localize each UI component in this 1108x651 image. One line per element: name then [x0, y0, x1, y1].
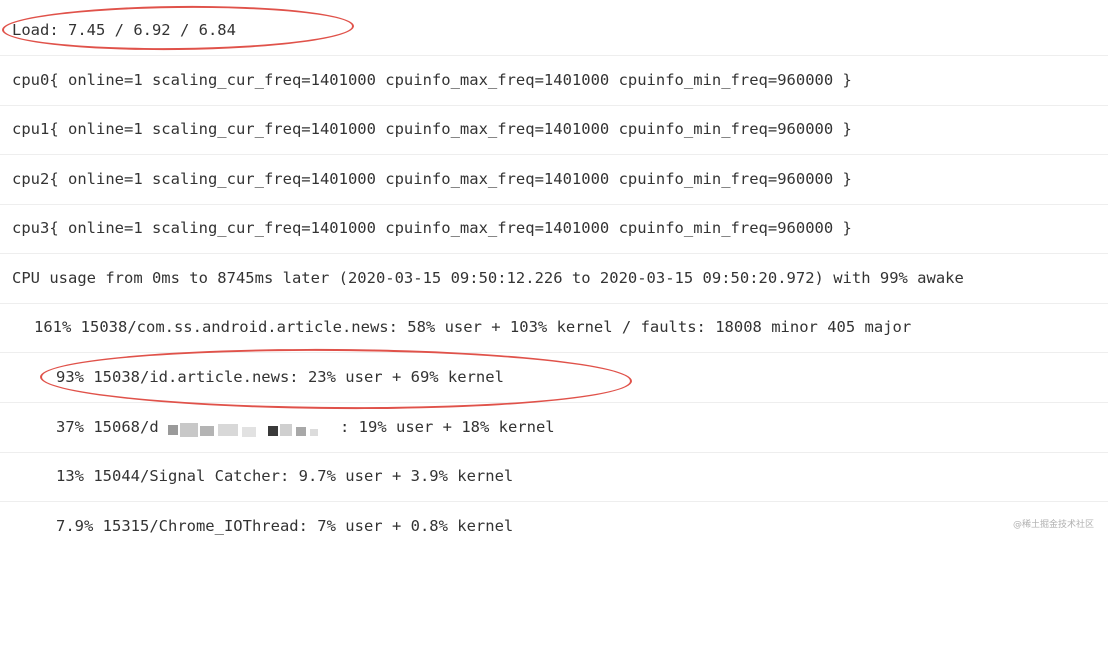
- thread-line-chrome-iothread: 7.9% 15315/Chrome_IOThread: 7% user + 0.…: [0, 502, 1108, 552]
- cpu1-line: cpu1{ online=1 scaling_cur_freq=1401000 …: [0, 105, 1108, 155]
- thread-text-chrome-iothread: 7.9% 15315/Chrome_IOThread: 7% user + 0.…: [56, 517, 514, 535]
- load-line: Load: 7.45 / 6.92 / 6.84: [0, 6, 1108, 56]
- cpu-usage-summary-text: CPU usage from 0ms to 8745ms later (2020…: [12, 269, 964, 287]
- watermark: @稀土掘金技术社区: [1012, 520, 1094, 530]
- thread-text-id-article-news: 93% 15038/id.article.news: 23% user + 69…: [56, 368, 504, 386]
- thread-text-redacted-prefix: 37% 15068/d: [56, 418, 159, 436]
- cpu2-line: cpu2{ online=1 scaling_cur_freq=1401000 …: [0, 155, 1108, 205]
- cpu3-text: cpu3{ online=1 scaling_cur_freq=1401000 …: [12, 219, 852, 237]
- cpu-log-panel: Load: 7.45 / 6.92 / 6.84 cpu0{ online=1 …: [0, 0, 1108, 542]
- thread-line-signal-catcher: 13% 15044/Signal Catcher: 9.7% user + 3.…: [0, 452, 1108, 502]
- cpu-usage-summary-line: CPU usage from 0ms to 8745ms later (2020…: [0, 254, 1108, 304]
- process-line-article-news: 161% 15038/com.ss.android.article.news: …: [0, 303, 1108, 353]
- cpu2-text: cpu2{ online=1 scaling_cur_freq=1401000 …: [12, 170, 852, 188]
- load-text: Load: 7.45 / 6.92 / 6.84: [12, 21, 236, 39]
- cpu0-text: cpu0{ online=1 scaling_cur_freq=1401000 …: [12, 71, 852, 89]
- cpu3-line: cpu3{ online=1 scaling_cur_freq=1401000 …: [0, 204, 1108, 254]
- process-text-article-news: 161% 15038/com.ss.android.article.news: …: [34, 318, 912, 336]
- redaction-blur: [168, 421, 320, 439]
- cpu0-line: cpu0{ online=1 scaling_cur_freq=1401000 …: [0, 56, 1108, 106]
- thread-text-signal-catcher: 13% 15044/Signal Catcher: 9.7% user + 3.…: [56, 467, 514, 485]
- thread-line-id-article-news: 93% 15038/id.article.news: 23% user + 69…: [0, 353, 1108, 403]
- cpu1-text: cpu1{ online=1 scaling_cur_freq=1401000 …: [12, 120, 852, 138]
- thread-line-redacted: 37% 15068/d : 19% user + 18% kernel: [0, 403, 1108, 453]
- thread-text-redacted-suffix: : 19% user + 18% kernel: [340, 418, 555, 436]
